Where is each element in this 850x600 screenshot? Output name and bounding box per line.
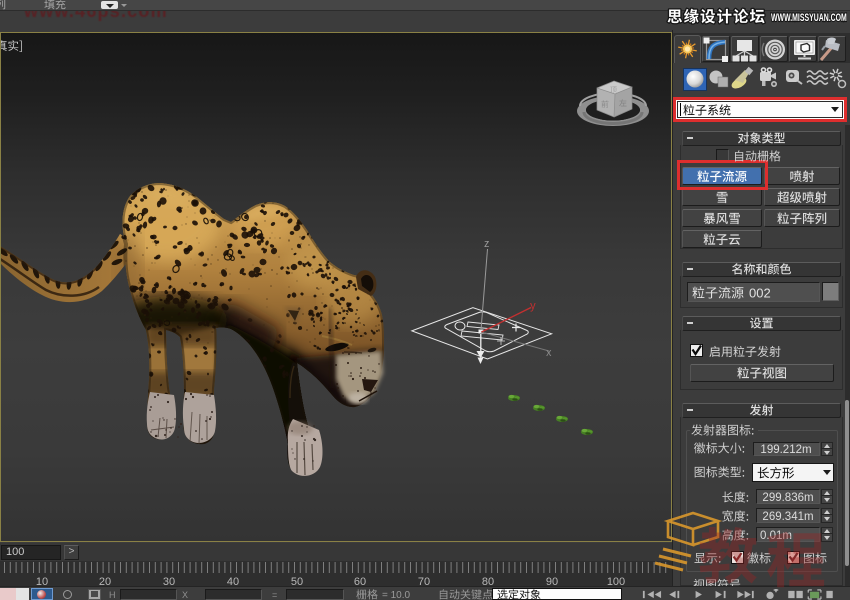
svg-text:WWW.MISSYUAN.COM: WWW.MISSYUAN.COM	[771, 11, 847, 23]
